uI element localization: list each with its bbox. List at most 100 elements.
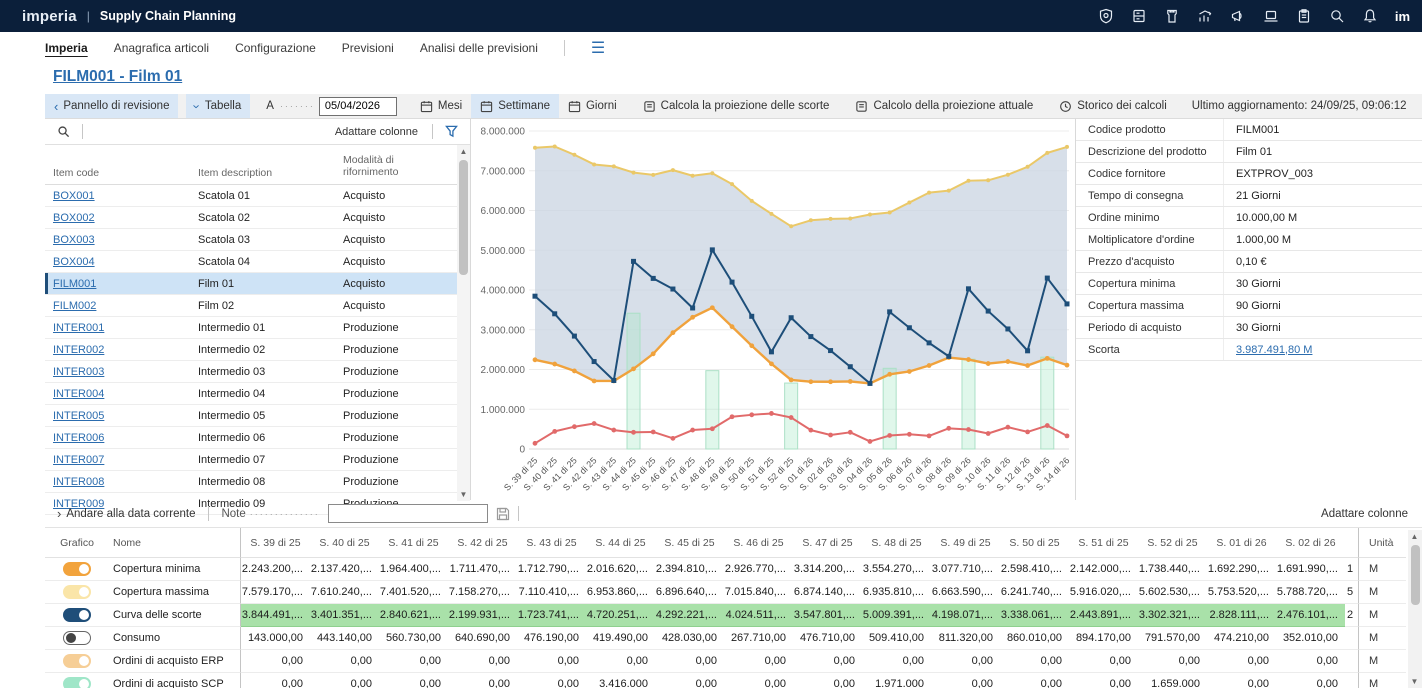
user-avatar[interactable]: im xyxy=(1393,7,1412,26)
week-header[interactable]: S. 42 di 25 xyxy=(448,528,517,558)
scrollbar-thumb[interactable] xyxy=(1411,545,1420,605)
week-header[interactable]: S. 49 di 25 xyxy=(931,528,1000,558)
week-header[interactable]: S. 51 di 25 xyxy=(1069,528,1138,558)
item-code-link[interactable]: FILM001 xyxy=(53,278,96,290)
item-code-link[interactable]: FILM002 xyxy=(53,300,96,312)
item-row[interactable]: BOX001Scatola 01Acquisto xyxy=(45,185,470,207)
megaphone-icon[interactable] xyxy=(1228,7,1247,26)
stock-projection-chart[interactable]: 01.000.0002.000.0003.000.0004.000.0005.0… xyxy=(471,119,1075,501)
column-header[interactable]: Item description xyxy=(190,167,335,184)
detail-value: 10.000,00 M xyxy=(1224,212,1297,224)
item-row[interactable]: INTER002Intermedio 02Produzione xyxy=(45,339,470,361)
clipboard-icon[interactable] xyxy=(1294,7,1313,26)
page-title-link[interactable]: FILM001 - Film 01 xyxy=(53,68,182,86)
series-toggle[interactable] xyxy=(63,677,91,688)
item-code-link[interactable]: BOX003 xyxy=(53,234,95,246)
week-header[interactable]: S. 43 di 25 xyxy=(517,528,586,558)
server-icon[interactable] xyxy=(1129,7,1148,26)
item-row[interactable]: FILM002Film 02Acquisto xyxy=(45,295,470,317)
scroll-up-arrow[interactable]: ▲ xyxy=(1408,530,1421,543)
week-header[interactable]: S. 01 di 26 xyxy=(1207,528,1276,558)
week-header[interactable]: S. 02 di 26 xyxy=(1276,528,1345,558)
week-header[interactable]: S. 52 di 25 xyxy=(1138,528,1207,558)
week-header[interactable]: S. 50 di 25 xyxy=(1000,528,1069,558)
week-header[interactable]: S. 44 di 25 xyxy=(586,528,655,558)
laptop-icon[interactable] xyxy=(1261,7,1280,26)
settimane-button[interactable]: Settimane xyxy=(471,94,559,118)
item-row[interactable]: INTER007Intermedio 07Produzione xyxy=(45,449,470,471)
menu-item-analisi-delle-previsioni[interactable]: Analisi delle previsioni xyxy=(420,41,538,55)
filter-icon[interactable] xyxy=(437,125,470,138)
week-header[interactable]: S. 48 di 25 xyxy=(862,528,931,558)
app-logo[interactable]: imperia xyxy=(22,8,77,25)
scrollbar-thumb[interactable] xyxy=(459,160,468,275)
table-scrollbar[interactable]: ▲ ▼ xyxy=(1408,530,1422,688)
item-code-link[interactable]: BOX001 xyxy=(53,190,95,202)
detail-value-link[interactable]: 3.987.491,80 M xyxy=(1224,344,1312,356)
item-row[interactable]: INTER004Intermedio 04Produzione xyxy=(45,383,470,405)
item-row[interactable]: INTER003Intermedio 03Produzione xyxy=(45,361,470,383)
adapt-columns-button[interactable]: Adattare colonne xyxy=(325,126,428,138)
search-icon[interactable] xyxy=(45,125,78,138)
adapt-columns-button[interactable]: Adattare colonne xyxy=(1321,508,1422,520)
item-row[interactable]: INTER001Intermedio 01Produzione xyxy=(45,317,470,339)
item-row[interactable]: BOX003Scatola 03Acquisto xyxy=(45,229,470,251)
item-code-link[interactable]: INTER001 xyxy=(53,322,104,334)
search-icon[interactable] xyxy=(1327,7,1346,26)
item-code-link[interactable]: INTER002 xyxy=(53,344,104,356)
storico-calcoli-button[interactable]: Storico dei calcoli xyxy=(1050,94,1175,118)
menu-item-previsioni[interactable]: Previsioni xyxy=(342,41,394,55)
item-row[interactable]: FILM001Film 01Acquisto xyxy=(45,273,470,295)
note-input[interactable] xyxy=(328,504,488,523)
column-header[interactable]: Modalità di rifornimento xyxy=(335,154,455,184)
menu-item-configurazione[interactable]: Configurazione xyxy=(235,41,316,55)
analytics-icon[interactable] xyxy=(1195,7,1214,26)
tabella-dropdown[interactable]: › Tabella xyxy=(186,94,250,118)
menu-item-imperia[interactable]: Imperia xyxy=(45,41,88,55)
item-row[interactable]: BOX004Scatola 04Acquisto xyxy=(45,251,470,273)
tower-icon[interactable] xyxy=(1162,7,1181,26)
scroll-down-arrow[interactable]: ▼ xyxy=(1408,675,1421,688)
items-scrollbar[interactable]: ▲ ▼ xyxy=(457,145,470,501)
week-header[interactable]: S. 46 di 25 xyxy=(724,528,793,558)
menu-item-anagrafica-articoli[interactable]: Anagrafica articoli xyxy=(114,41,209,55)
item-row[interactable]: INTER006Intermedio 06Produzione xyxy=(45,427,470,449)
series-toggle[interactable] xyxy=(63,631,91,645)
chart-canvas[interactable]: 01.000.0002.000.0003.000.0004.000.0005.0… xyxy=(471,119,1075,501)
go-to-current-date-button[interactable]: › Andare alla data corrente xyxy=(45,502,204,526)
week-header[interactable]: S. 47 di 25 xyxy=(793,528,862,558)
series-toggle[interactable] xyxy=(63,654,91,668)
save-note-icon[interactable] xyxy=(496,507,510,521)
scroll-up-arrow[interactable]: ▲ xyxy=(457,145,470,158)
item-code-link[interactable]: INTER005 xyxy=(53,410,104,422)
item-code-link[interactable]: INTER004 xyxy=(53,388,104,400)
calcola-proiezione-scorte-button[interactable]: Calcola la proiezione delle scorte xyxy=(634,94,839,118)
week-header[interactable]: S. 45 di 25 xyxy=(655,528,724,558)
item-code-link[interactable]: BOX004 xyxy=(53,256,95,268)
item-code-link[interactable]: INTER003 xyxy=(53,366,104,378)
shield-icon[interactable] xyxy=(1096,7,1115,26)
item-code-link[interactable]: INTER006 xyxy=(53,432,104,444)
series-toggle[interactable] xyxy=(63,585,91,599)
item-mode-cell: Acquisto xyxy=(335,300,455,312)
column-header[interactable]: Item code xyxy=(45,167,190,184)
item-code-link[interactable]: INTER008 xyxy=(53,476,104,488)
item-code-link[interactable]: INTER007 xyxy=(53,454,104,466)
menu-overflow-icon[interactable]: ☰ xyxy=(591,38,605,58)
pannello-revisione-button[interactable]: ‹ Pannello di revisione xyxy=(45,94,178,118)
giorni-button[interactable]: Giorni xyxy=(559,94,626,118)
date-input[interactable] xyxy=(319,97,397,116)
item-row[interactable]: BOX002Scatola 02Acquisto xyxy=(45,207,470,229)
item-code-link[interactable]: BOX002 xyxy=(53,212,95,224)
value-cell: 7.401.520,... xyxy=(379,581,448,604)
week-header[interactable]: S. 41 di 25 xyxy=(379,528,448,558)
notifications-bell-icon[interactable] xyxy=(1360,7,1379,26)
week-header[interactable]: S. 40 di 25 xyxy=(310,528,379,558)
mesi-button[interactable]: Mesi xyxy=(411,94,471,118)
week-header[interactable]: S. 39 di 25 xyxy=(241,528,310,558)
item-row[interactable]: INTER008Intermedio 08Produzione xyxy=(45,471,470,493)
calcolo-proiezione-attuale-button[interactable]: Calcolo della proiezione attuale xyxy=(846,94,1042,118)
series-toggle[interactable] xyxy=(63,608,91,622)
series-toggle[interactable] xyxy=(63,562,91,576)
item-row[interactable]: INTER005Intermedio 05Produzione xyxy=(45,405,470,427)
